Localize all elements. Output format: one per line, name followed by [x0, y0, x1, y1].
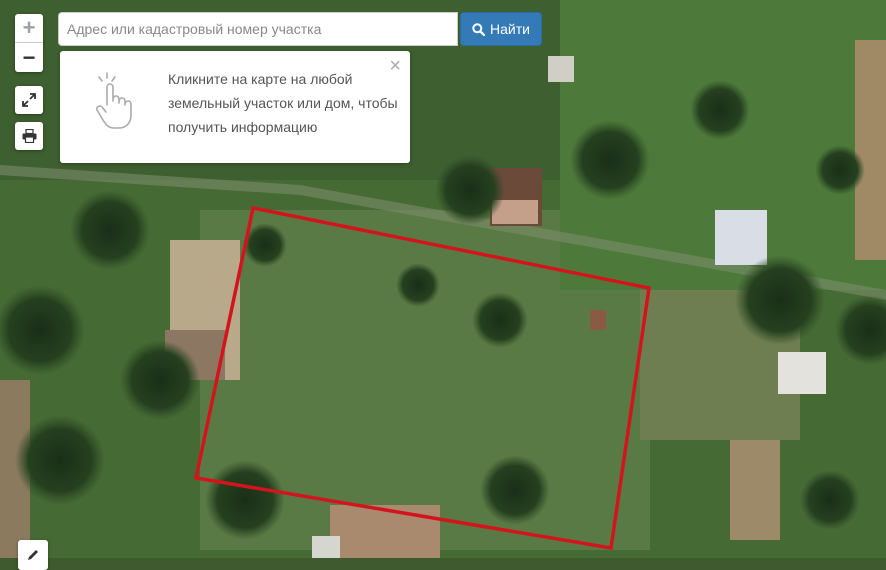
print-icon — [22, 129, 36, 143]
zoom-out-button[interactable]: − — [15, 43, 43, 72]
info-message: Кликните на карте на любой земельный уча… — [168, 71, 398, 135]
zoom-in-button[interactable]: + — [15, 14, 43, 43]
close-icon[interactable]: × — [389, 55, 401, 78]
search-input[interactable] — [58, 12, 458, 46]
edit-button[interactable] — [18, 540, 48, 570]
bare-plot[interactable] — [855, 40, 886, 260]
house[interactable] — [715, 210, 767, 265]
house[interactable] — [778, 352, 826, 394]
search-button[interactable]: Найти — [460, 12, 542, 46]
search-button-label: Найти — [490, 21, 530, 37]
house[interactable] — [548, 56, 574, 82]
hand-pointer-icon — [96, 72, 132, 129]
fullscreen-button[interactable] — [15, 86, 43, 114]
house[interactable] — [312, 536, 340, 558]
print-button[interactable] — [15, 122, 43, 150]
search-icon — [472, 22, 486, 36]
fullscreen-icon — [22, 93, 36, 107]
info-panel: Кликните на карте на любой земельный уча… — [60, 51, 410, 163]
pencil-icon — [28, 550, 38, 560]
